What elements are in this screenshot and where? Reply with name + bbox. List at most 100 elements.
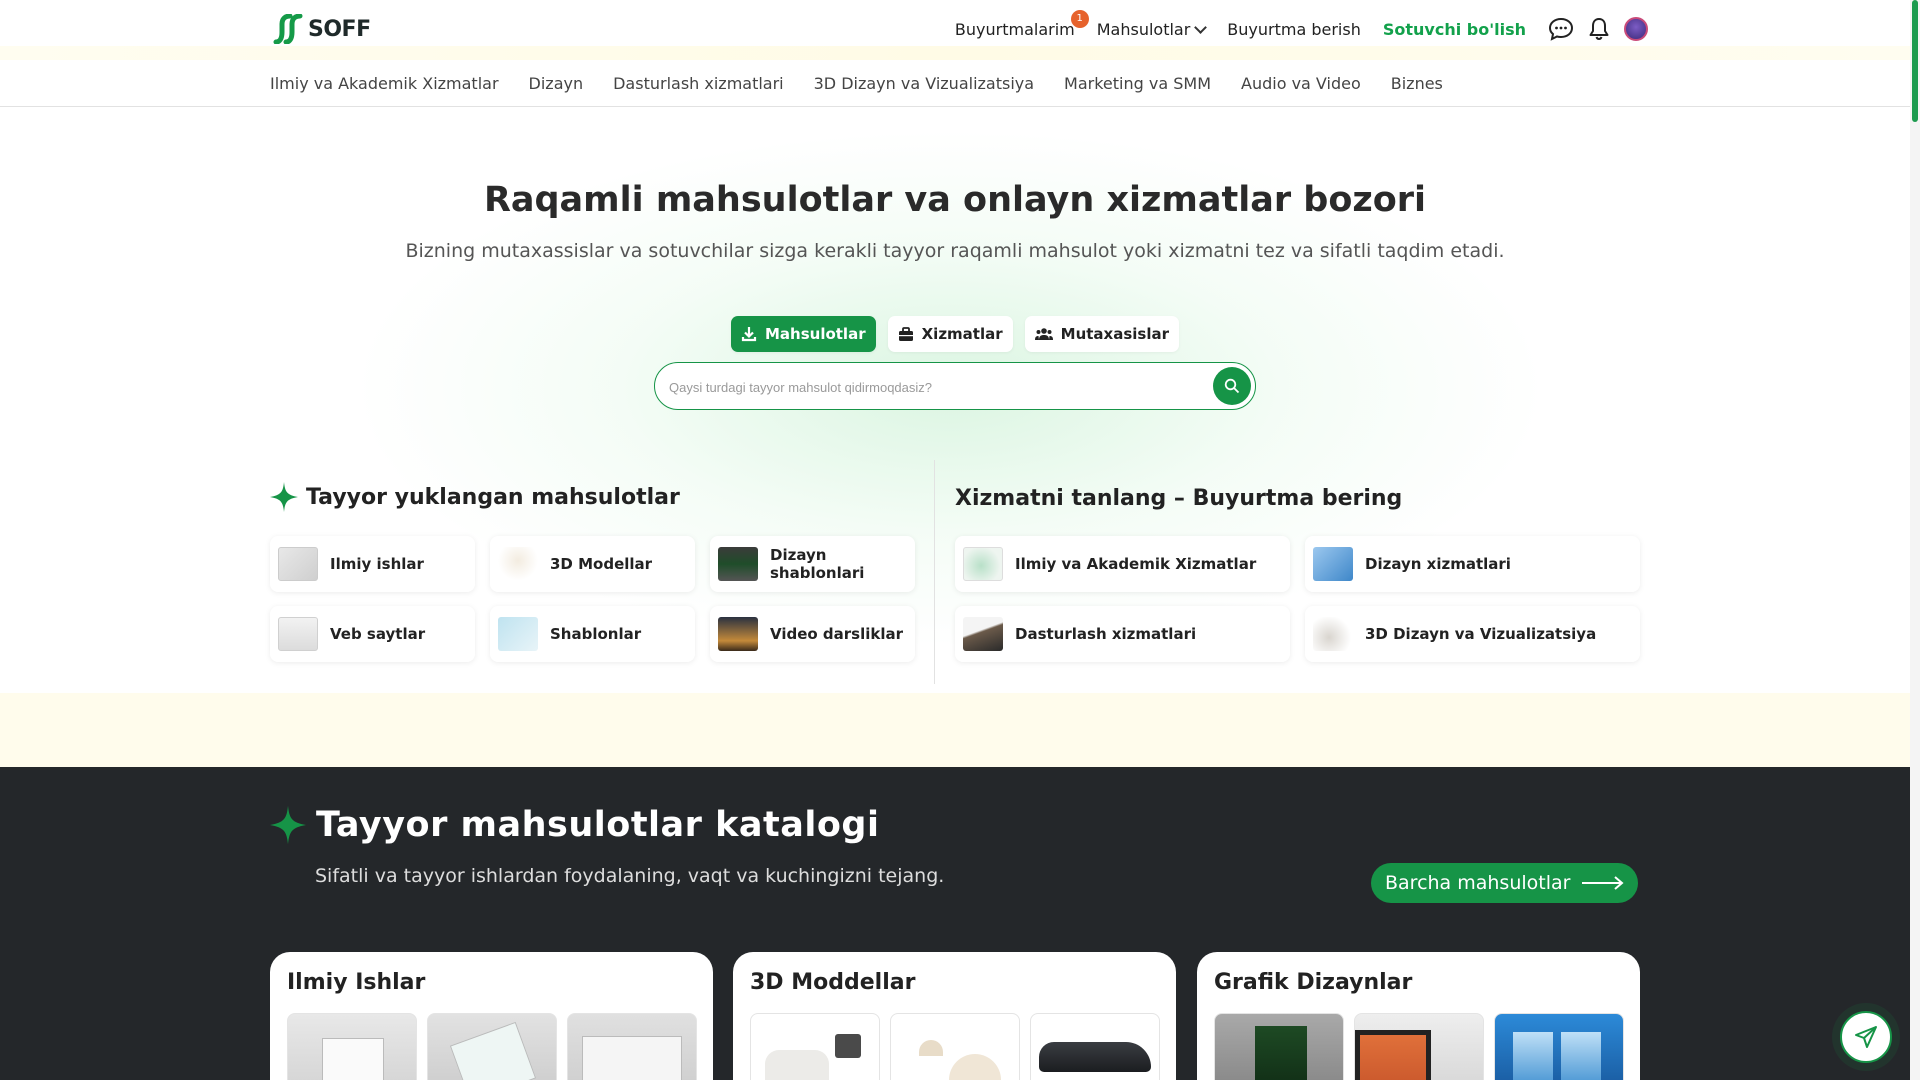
ready-products-title-text: Tayyor yuklangan mahsulotlar — [306, 484, 680, 510]
category-design[interactable]: Dizayn — [529, 74, 584, 93]
logo[interactable]: SOFF — [270, 13, 371, 45]
service-card-3d-design[interactable]: 3D Dizayn va Vizualizatsiya — [1305, 606, 1640, 662]
product-card-label: 3D Modellar — [550, 555, 653, 573]
download-icon — [741, 327, 757, 342]
header-strip — [0, 46, 1910, 60]
service-card-design[interactable]: Dizayn xizmatlari — [1305, 536, 1640, 592]
thumb-design-templates — [718, 547, 758, 581]
thumb-design — [1313, 547, 1353, 581]
service-card-label: 3D Dizayn va Vizualizatsiya — [1365, 625, 1597, 643]
sparkle-icon — [270, 805, 306, 845]
catalog-card-title: Ilmiy Ishlar — [287, 970, 426, 995]
header-icons — [1548, 16, 1648, 42]
nav-place-order[interactable]: Buyurtma berish — [1227, 20, 1361, 39]
catalog-image — [890, 1013, 1020, 1080]
service-card-academic[interactable]: Ilmiy va Akademik Xizmatlar — [955, 536, 1290, 592]
catalog-image — [427, 1013, 557, 1080]
thumb-3d-design — [1313, 617, 1353, 651]
catalog-card-images — [750, 1013, 1160, 1080]
catalog-card-3d-models[interactable]: 3D Moddellar — [733, 952, 1176, 1080]
catalog-image — [750, 1013, 880, 1080]
product-card-templates[interactable]: Shablonlar — [490, 606, 695, 662]
services-title-text: Xizmatni tanlang – Buyurtma bering — [955, 486, 1403, 511]
category-audio-video[interactable]: Audio va Video — [1241, 74, 1361, 93]
promo-band — [0, 693, 1910, 767]
catalog-card-scientific[interactable]: Ilmiy Ishlar — [270, 952, 713, 1080]
catalog-card-images — [1214, 1013, 1624, 1080]
catalog-image — [1354, 1013, 1484, 1080]
chat-icon[interactable] — [1548, 16, 1574, 42]
search-box — [654, 362, 1256, 410]
thumb-websites — [278, 617, 318, 651]
nav-products-label: Mahsulotlar — [1096, 19, 1191, 39]
catalog-title-text: Tayyor mahsulotlar katalogi — [316, 805, 880, 845]
category-business[interactable]: Biznes — [1391, 74, 1443, 93]
catalog-image — [1494, 1013, 1624, 1080]
scrollbar-thumb[interactable] — [1912, 0, 1918, 122]
service-card-label: Dizayn xizmatlari — [1365, 555, 1511, 573]
briefcase-icon — [898, 326, 913, 341]
service-card-label: Ilmiy va Akademik Xizmatlar — [1015, 555, 1257, 573]
sparkle-icon — [270, 482, 298, 512]
tab-experts[interactable]: Mutaxasislar — [1024, 316, 1179, 352]
send-icon — [1855, 1026, 1877, 1048]
category-academic[interactable]: Ilmiy va Akademik Xizmatlar — [270, 74, 499, 93]
thumb-templates — [498, 617, 538, 651]
product-card-websites[interactable]: Veb saytlar — [270, 606, 475, 662]
search-input[interactable] — [669, 375, 1189, 399]
catalog-subtitle: Sifatli va tayyor ishlardan foydalaning,… — [315, 865, 945, 887]
catalog-title: Tayyor mahsulotlar katalogi — [270, 805, 879, 845]
floating-send-inner — [1840, 1011, 1892, 1063]
catalog-image — [287, 1013, 417, 1080]
catalog-image — [1214, 1013, 1344, 1080]
product-card-label: Video darsliklar — [770, 625, 904, 643]
product-card-label: Ilmiy ishlar — [330, 555, 424, 573]
hero-section: Raqamli mahsulotlar va onlayn xizmatlar … — [0, 108, 1910, 693]
bell-icon[interactable] — [1586, 16, 1612, 42]
tab-experts-label: Mutaxasislar — [1060, 325, 1169, 343]
logo-icon — [270, 13, 304, 45]
search-button[interactable] — [1213, 367, 1251, 405]
category-3d-design[interactable]: 3D Dizayn va Vizualizatsiya — [814, 74, 1034, 93]
nav-products-dropdown[interactable]: Mahsulotlar — [1096, 19, 1208, 39]
category-marketing[interactable]: Marketing va SMM — [1064, 74, 1211, 93]
floating-send-button[interactable] — [1824, 995, 1908, 1079]
product-card-design-templates[interactable]: Dizayn shablonlari — [710, 536, 915, 592]
section-divider — [934, 460, 935, 684]
thumb-scientific — [278, 547, 318, 581]
product-card-label: Shablonlar — [550, 625, 642, 643]
thumb-academic — [963, 547, 1003, 581]
product-card-3d-models[interactable]: 3D Modellar — [490, 536, 695, 592]
top-nav: Buyurtmalarim 1 Mahsulotlar Buyurtma ber… — [954, 9, 1648, 42]
tab-products[interactable]: Mahsulotlar — [730, 316, 876, 352]
nav-orders[interactable]: Buyurtmalarim 1 — [954, 9, 1089, 39]
category-list: Ilmiy va Akademik Xizmatlar Dizayn Dastu… — [270, 74, 1443, 93]
page-scrollbar[interactable] — [1910, 0, 1920, 1080]
nav-become-seller[interactable]: Sotuvchi bo'lish — [1383, 20, 1526, 39]
category-programming[interactable]: Dasturlash xizmatlari — [613, 74, 784, 93]
product-card-video-tutorials[interactable]: Video darsliklar — [710, 606, 915, 662]
logo-text: SOFF — [308, 16, 371, 42]
product-card-scientific[interactable]: Ilmiy ishlar — [270, 536, 475, 592]
catalog-image — [567, 1013, 697, 1080]
all-products-label: Barcha mahsulotlar — [1385, 872, 1571, 894]
search-tabs: Mahsulotlar Xizmatlar Mutaxasislar — [0, 316, 1910, 352]
category-bar: Ilmiy va Akademik Xizmatlar Dizayn Dastu… — [0, 61, 1910, 107]
product-card-label: Dizayn shablonlari — [770, 546, 865, 582]
chevron-down-icon — [1194, 20, 1208, 34]
users-icon — [1034, 328, 1053, 340]
service-card-programming[interactable]: Dasturlash xizmatlari — [955, 606, 1290, 662]
product-card-label: Veb saytlar — [330, 625, 426, 643]
services-title: Xizmatni tanlang – Buyurtma bering — [955, 486, 1402, 511]
hero-title: Raqamli mahsulotlar va onlayn xizmatlar … — [483, 180, 1427, 220]
all-products-button[interactable]: Barcha mahsulotlar — [1371, 863, 1639, 903]
catalog-card-graphic-design[interactable]: Grafik Dizaynlar — [1197, 952, 1640, 1080]
ready-products-title: Tayyor yuklangan mahsulotlar — [270, 482, 680, 512]
catalog-card-title: 3D Moddellar — [750, 970, 916, 995]
thumb-video-tutorials — [718, 617, 758, 651]
nav-orders-label: Buyurtmalarim — [954, 19, 1075, 39]
thumb-3d-models — [498, 547, 538, 581]
tab-services[interactable]: Xizmatlar — [887, 316, 1013, 352]
tab-products-label: Mahsulotlar — [764, 325, 866, 343]
avatar[interactable] — [1624, 17, 1648, 41]
